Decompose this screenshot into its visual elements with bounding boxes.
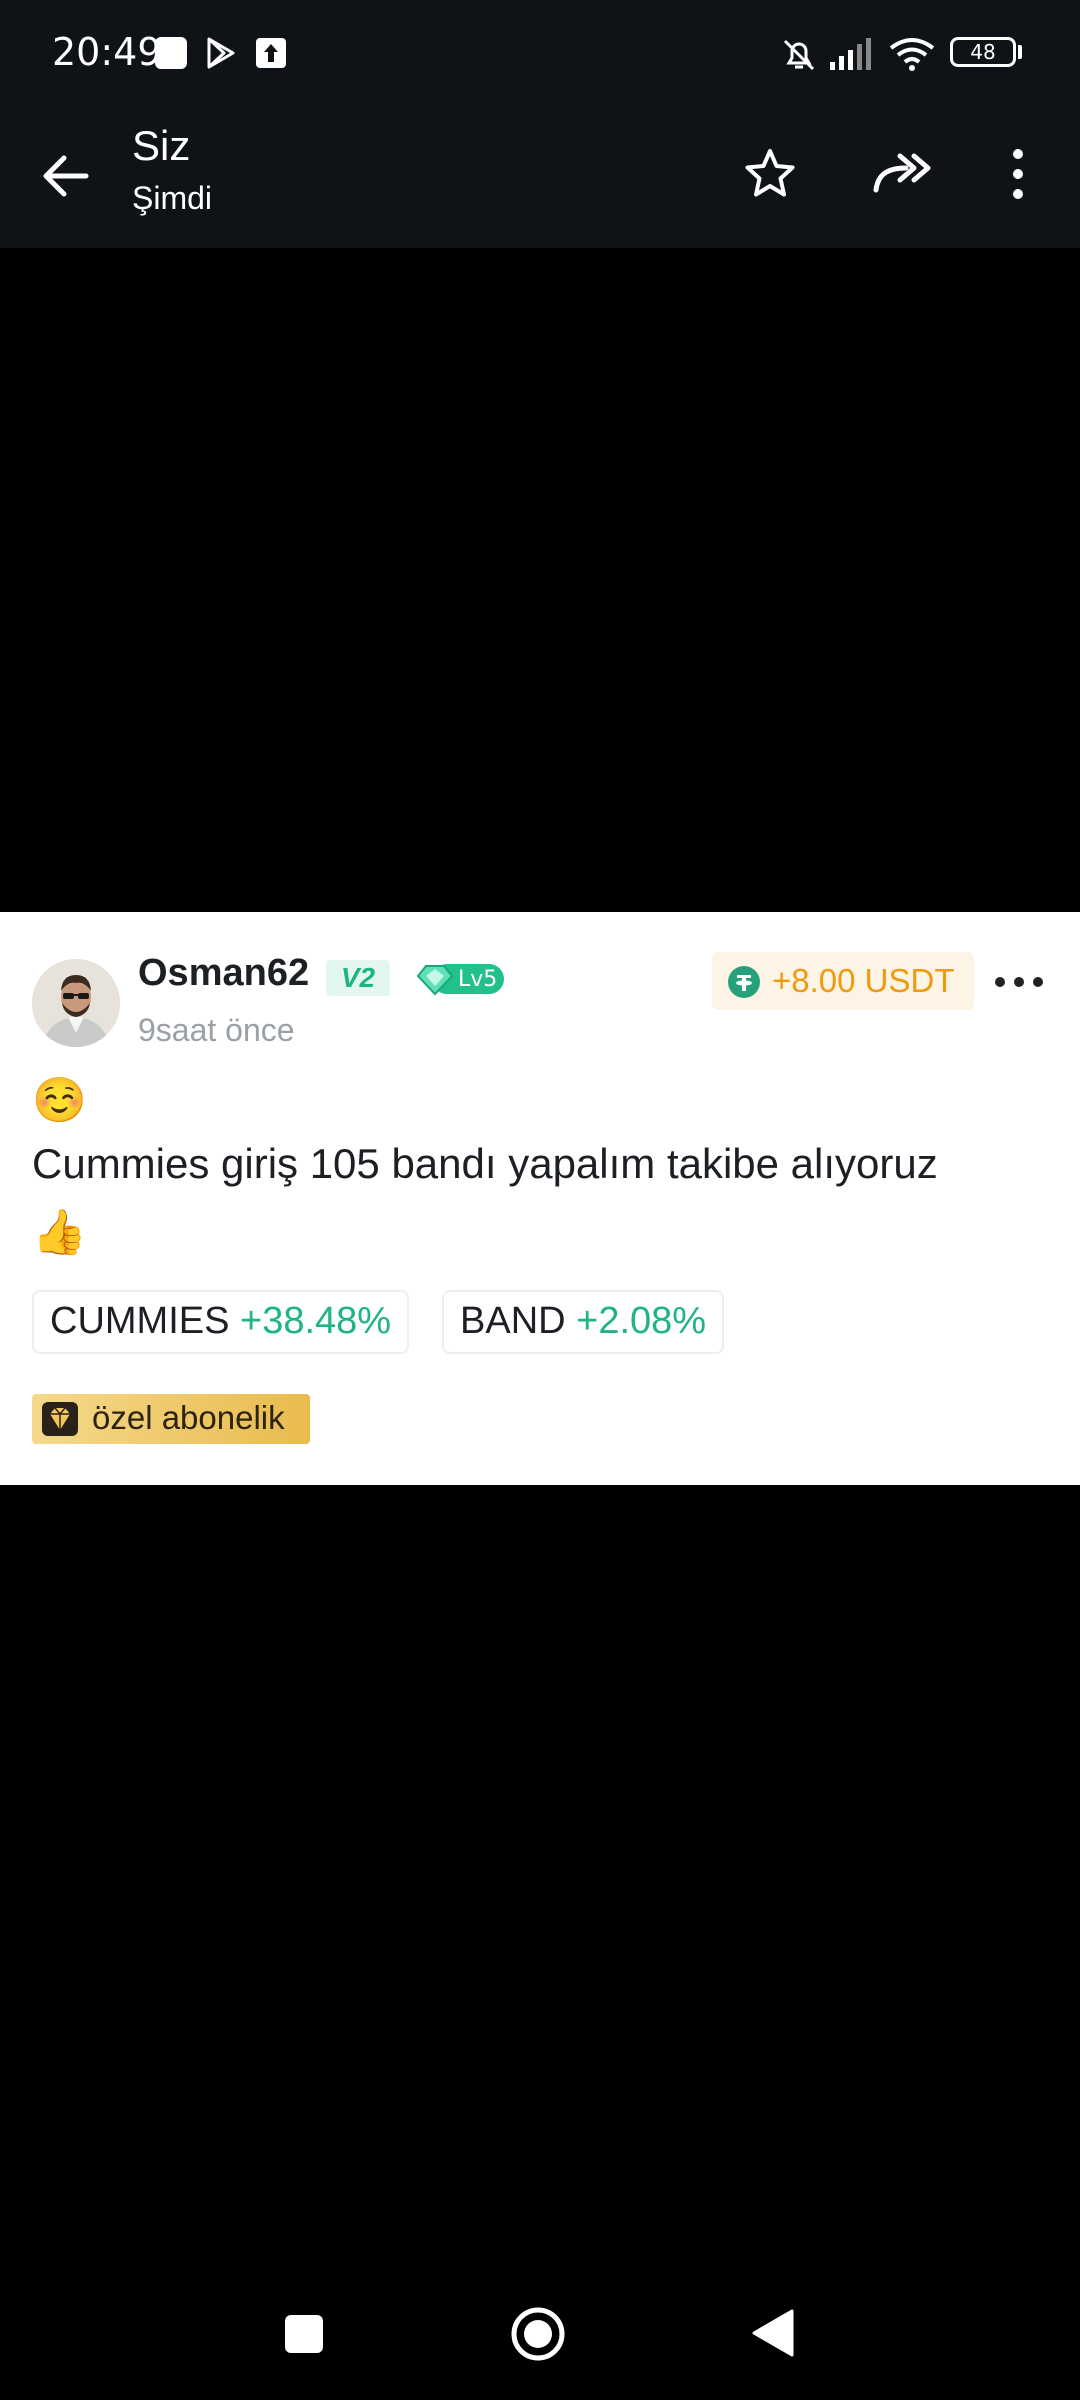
recents-square-icon[interactable] — [282, 2312, 326, 2361]
status-time: 20:49 — [52, 30, 162, 74]
diamond-icon — [42, 1402, 78, 1441]
star-icon[interactable] — [742, 146, 798, 207]
mute-bell-icon — [780, 36, 818, 79]
upload-icon — [254, 36, 288, 75]
usdt-icon — [728, 966, 760, 1003]
share-forward-icon[interactable] — [870, 146, 934, 207]
post-card[interactable]: Osman62 V2 Lv5 9saat önce +8.00 USDT ☺️ … — [0, 912, 1080, 1485]
signal-icon — [828, 36, 878, 77]
page-subtitle: Şimdi — [132, 180, 213, 216]
avatar[interactable] — [32, 959, 120, 1047]
play-store-icon — [204, 36, 238, 75]
coin-tag-change: +2.08% — [576, 1300, 707, 1342]
more-vertical-icon[interactable] — [1000, 146, 1036, 207]
back-triangle-icon[interactable] — [750, 2308, 796, 2363]
coin-tag-name: CUMMIES — [50, 1300, 230, 1342]
coin-tag-name: BAND — [460, 1300, 566, 1342]
post-more-icon[interactable] — [990, 962, 1050, 1002]
level-badge-label: Lv5 — [458, 967, 498, 992]
battery-tip — [1018, 45, 1022, 59]
app-square-icon — [154, 36, 188, 75]
coin-tag-cummies[interactable]: CUMMIES +38.48% — [32, 1290, 410, 1354]
wifi-icon — [888, 36, 936, 77]
post-text: Cummies giriş 105 bandı yapalım takibe a… — [32, 1140, 938, 1187]
back-arrow-icon[interactable] — [38, 148, 94, 209]
reward-amount: +8.00 USDT — [772, 962, 955, 999]
reward-badge[interactable]: +8.00 USDT — [712, 952, 974, 1010]
subscription-tag[interactable]: özel abonelik — [32, 1394, 310, 1444]
subscription-label: özel abonelik — [92, 1399, 285, 1436]
thumbs-up-emoji: 👍 — [32, 1208, 87, 1257]
username[interactable]: Osman62 — [138, 952, 309, 995]
page-title: Siz — [132, 122, 191, 169]
smile-emoji: ☺️ — [32, 1076, 87, 1125]
level-badge: Lv5 — [414, 960, 504, 996]
screen: 20:49 48 Siz Şimdi Osman62 V2 Lv5 9saat … — [0, 0, 1080, 2400]
vip-badge: V2 — [326, 960, 390, 996]
app-bar: Siz Şimdi — [0, 108, 1080, 248]
battery-icon: 48 — [950, 37, 1016, 67]
coin-tag-change: +38.48% — [240, 1300, 392, 1342]
home-circle-icon[interactable] — [510, 2306, 566, 2367]
status-bar: 20:49 48 — [0, 0, 1080, 108]
post-time: 9saat önce — [138, 1012, 295, 1048]
coin-tag-band[interactable]: BAND +2.08% — [442, 1290, 725, 1354]
